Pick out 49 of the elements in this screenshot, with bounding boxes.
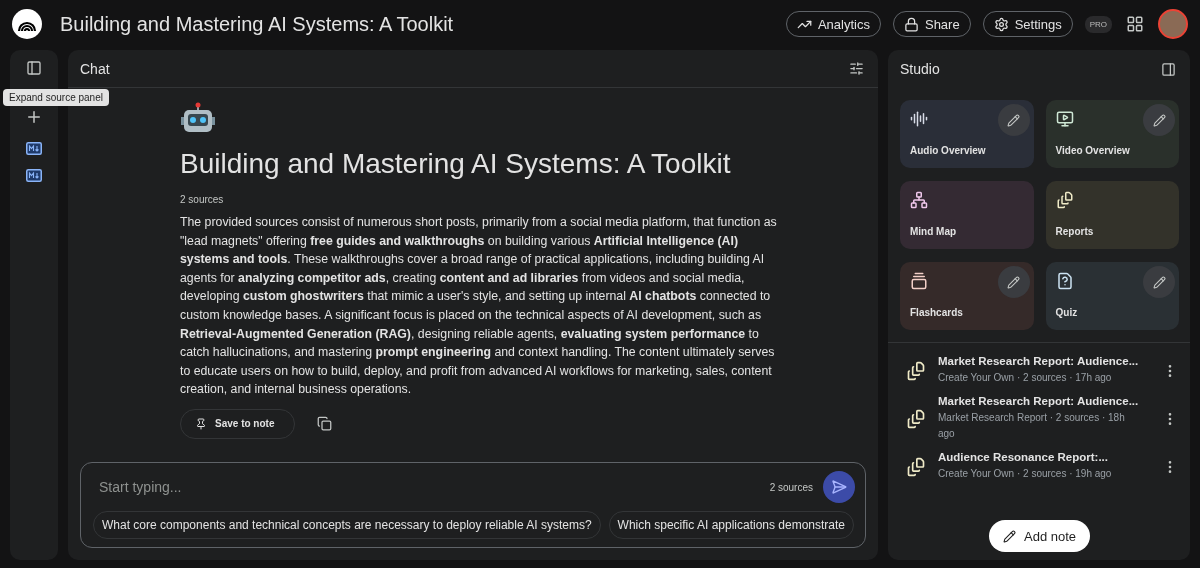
mindmap-icon bbox=[910, 191, 928, 209]
video-icon bbox=[1055, 110, 1074, 128]
send-button[interactable] bbox=[823, 471, 855, 503]
studio-tool-card[interactable]: Flashcards bbox=[900, 262, 1034, 330]
notebook-heading: Building and Mastering AI Systems: A Toolkit bbox=[180, 148, 732, 180]
tooltip: Expand source panel bbox=[3, 89, 109, 106]
source-count: 2 sources bbox=[769, 481, 813, 493]
studio-tool-card[interactable]: Mind Map bbox=[900, 181, 1034, 249]
studio-tool-card[interactable]: Quiz bbox=[1045, 262, 1179, 330]
edit-icon[interactable] bbox=[1143, 266, 1175, 298]
reports-icon bbox=[1055, 191, 1074, 209]
send-icon bbox=[831, 479, 847, 495]
notebook-title: Building and Mastering AI Systems: A Toolkit bbox=[60, 12, 455, 36]
avatar[interactable] bbox=[1158, 9, 1188, 39]
lock-icon bbox=[903, 16, 919, 32]
note-title[interactable]: Market Research Report: Audience... bbox=[938, 395, 1148, 407]
summary-paragraph: The provided sources consist of numerous short posts, primarily from a social media platform, that function as "lead magnets" offering free guides and walkthroughs on building various Artificial Intelligence (AI) systems and tools. These walkthroughs cover a broad range of practical applications, including building AI agents for analyzing competitor ads, creating content and ad libraries from videos and social media, developing custom ghostwriters that mimic a user's style, and setting up internal AI chatbots connected to custom knowledge bases. A significant focus is placed on the technical aspects of AI development, such as Retrieval-Augmented Generation (RAG), designing reliable agents, evaluating system performance to catch hallucinations, and mastering prompt engineering and context handling. The content ultimately serves to educate users on how to build, deploy, and profit from advanced AI workflows for marketing, sales, content creation, and internal business operations. bbox=[180, 214, 778, 399]
app-logo[interactable] bbox=[12, 9, 42, 39]
studio-tool-card[interactable]: Reports bbox=[1045, 181, 1179, 249]
edit-icon[interactable] bbox=[997, 104, 1030, 136]
report-icon bbox=[906, 408, 926, 429]
markdown-source-icon[interactable] bbox=[26, 169, 42, 182]
studio-tool-card[interactable]: Video Overview bbox=[1045, 100, 1179, 168]
note-meta: Create Your Own · 2 sources · 19h ago bbox=[938, 467, 1113, 481]
sliders-icon[interactable] bbox=[847, 59, 866, 78]
audio-icon bbox=[910, 110, 928, 128]
expand-panel-icon[interactable] bbox=[24, 58, 44, 78]
pencil-icon bbox=[1003, 529, 1016, 543]
chat-input-field[interactable]: Start typing... bbox=[93, 473, 760, 501]
edit-icon[interactable] bbox=[1143, 104, 1175, 136]
panel-title: Chat bbox=[80, 60, 110, 77]
source-count: 2 sources bbox=[180, 194, 225, 205]
plan-badge: PRO bbox=[1084, 15, 1112, 33]
studio-tool-card[interactable]: Audio Overview bbox=[900, 100, 1034, 168]
add-note-button[interactable]: Add note bbox=[989, 520, 1091, 552]
chat-input-box[interactable]: Start typing... 2 sources What core components and technical concepts are necessary to deploy reliable AI systems? Which specific AI applications demonstrate bbox=[80, 462, 866, 548]
panel-title: Studio bbox=[900, 61, 940, 77]
edit-icon[interactable] bbox=[997, 266, 1030, 298]
note-title[interactable]: Audience Resonance Report:... bbox=[938, 451, 1148, 463]
report-icon bbox=[906, 456, 926, 477]
pin-icon bbox=[195, 417, 207, 430]
note-meta: Market Research Report · 2 sources · 18h ago bbox=[938, 411, 1126, 441]
report-icon bbox=[906, 360, 926, 381]
flashcards-icon bbox=[910, 272, 928, 290]
quiz-icon bbox=[1055, 272, 1074, 290]
note-title[interactable]: Market Research Report: Audience... bbox=[938, 355, 1148, 367]
markdown-source-icon[interactable] bbox=[26, 142, 42, 155]
gear-icon bbox=[993, 16, 1009, 32]
note-meta: Create Your Own · 2 sources · 17h ago bbox=[938, 371, 1113, 385]
